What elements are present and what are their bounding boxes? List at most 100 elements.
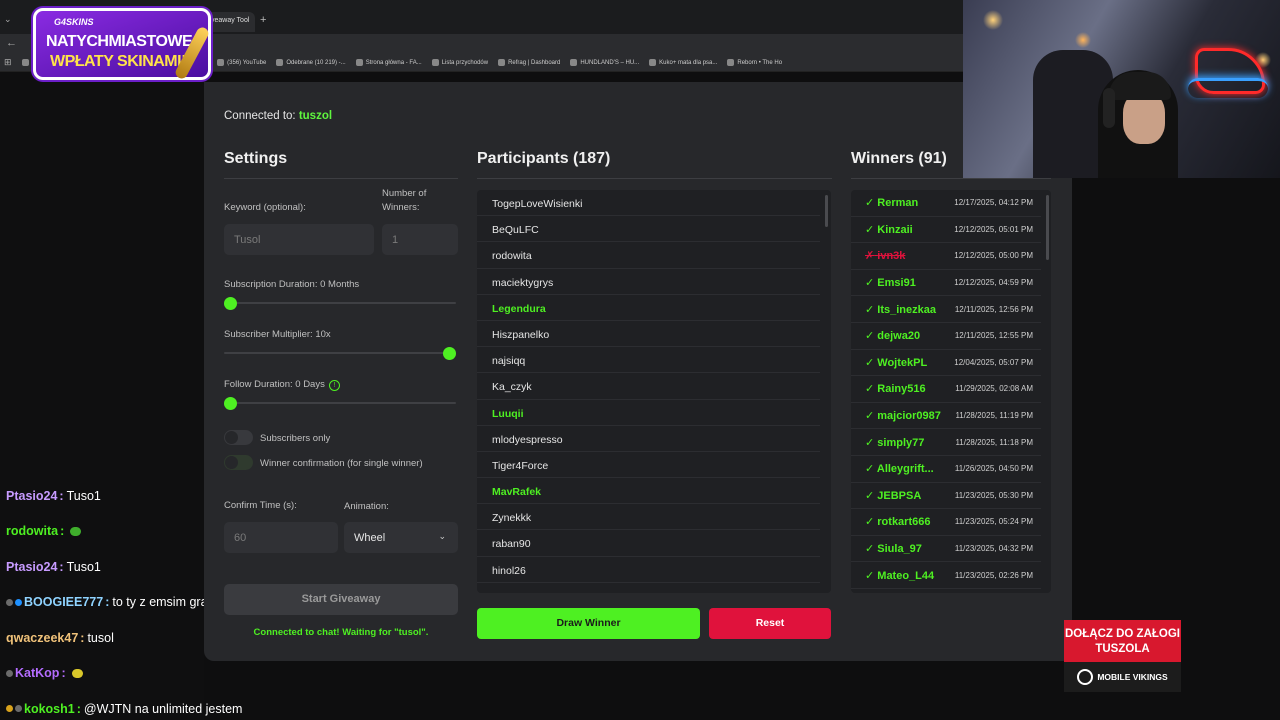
winner-row[interactable]: ✓ rotkart666 11/23/2025, 05:24 PM [851,509,1041,536]
chat-text: @WJTN na unlimited jestem [83,701,243,716]
winner-name: ✓ Its_inezkaa [865,303,936,316]
winner-row[interactable]: ✓ simply77 11/28/2025, 11:18 PM [851,429,1041,456]
chat-username: BOOGIEE777 [24,595,104,610]
chat-username: Ptasio24 [6,488,58,503]
participant-row[interactable]: rodowita [477,242,820,269]
bookmark-item[interactable]: Odebrane (10 219) -... [276,59,346,66]
participant-row[interactable]: najsiqq [477,347,820,374]
confirm-time-input[interactable]: 60 [224,522,338,553]
participant-row[interactable]: Luuqii [477,400,820,426]
participant-row[interactable]: Legendura [477,295,820,321]
participant-row[interactable]: TogepLoveWisienki [477,190,820,217]
animation-selected-value: Wheel [354,532,386,544]
subscription-duration-knob[interactable] [224,297,237,310]
winner-name-text: ivn3k [877,250,906,263]
winner-row[interactable]: ✓ Alleygrift... 11/26/2025, 04:50 PM [851,456,1041,483]
follow-duration-slider[interactable] [224,402,456,404]
winner-row[interactable]: ✓ Its_inezkaa 12/11/2025, 12:56 PM [851,296,1041,323]
start-giveaway-button[interactable]: Start Giveaway [224,584,458,615]
winner-row[interactable]: ✗ ivn3k 12/12/2025, 05:00 PM [851,243,1041,270]
check-icon: ✓ [865,516,875,529]
chat-status-message: Connected to chat! Waiting for "tusol". [253,627,429,638]
winners-count-label-2: Winners: [382,202,420,213]
follow-duration-label: Follow Duration: 0 Days [224,379,325,390]
winner-name-text: Alleygrift... [876,463,934,476]
winner-name-text: Mateo_L44 [877,569,935,582]
check-icon: ✓ [865,569,875,582]
bookmark-label: Odebrane (10 219) -... [286,59,346,66]
winners-count-input[interactable]: 1 [382,224,458,255]
headset-icon [1103,88,1115,128]
winner-row[interactable]: ✓ Siula_97 11/23/2025, 04:32 PM [851,536,1041,563]
participants-divider [477,178,832,179]
chat-badge-icon [6,705,13,713]
bookmark-favicon-icon [276,59,284,66]
winner-confirmation-toggle[interactable] [224,455,253,470]
follow-duration-knob[interactable] [224,397,237,410]
winner-row[interactable]: ✓ Kinzaii 12/12/2025, 05:01 PM [851,217,1041,244]
winner-date: 12/12/2025, 05:00 PM [954,251,1033,261]
participant-row[interactable]: BeQuLFC [477,216,820,243]
cross-icon: ✗ [865,250,875,263]
apps-grid-icon[interactable]: ⊞ [4,57,12,68]
bookmark-item[interactable]: Lista przychodów [431,59,489,66]
participant-row[interactable]: Zynekkk [477,504,820,531]
participant-row[interactable]: Tiger4Force [477,452,820,479]
participant-row[interactable]: Hiszpanelko [477,321,820,348]
winner-row[interactable]: ✓ Rerman 12/17/2025, 04:12 PM [851,190,1041,217]
multiplier-slider[interactable] [224,352,456,354]
streamer-cap [1109,72,1171,100]
winner-row[interactable]: ✓ Emsi91 12/12/2025, 04:59 PM [851,270,1041,297]
winner-row[interactable]: ✓ JEBPSA 11/23/2025, 05:30 PM [851,483,1041,510]
draw-winner-button[interactable]: Draw Winner [477,608,700,639]
bookmark-item[interactable]: Refrag | Dashboard [498,59,560,66]
participant-row[interactable]: maciektygrys [477,269,820,295]
chat-separator: : [61,666,66,681]
bookmark-label: (356) YouTube [227,59,267,66]
bookmark-item[interactable]: Strona główna - FA... [355,59,422,66]
winner-date: 12/04/2025, 05:07 PM [954,357,1033,367]
animation-select[interactable]: Wheel ⌄ [344,522,458,553]
participant-row[interactable]: mlodyespresso [477,426,820,452]
promo-line-2: WPŁATY SKINAMI! [50,53,186,70]
subscription-duration-label: Subscription Duration: 0 Months [224,279,360,290]
bookmark-favicon-icon [649,59,657,66]
winner-row[interactable]: ✓ Rainy516 11/29/2025, 02:08 AM [851,376,1041,403]
subscribers-only-toggle[interactable] [224,430,253,445]
winner-date: 11/28/2025, 11:19 PM [955,411,1033,421]
winner-name: ✓ Siula_97 [865,542,922,555]
subscription-duration-slider[interactable] [224,302,456,304]
bookmark-item[interactable]: Reborn • The Ho [727,59,782,66]
bookmark-item[interactable]: (356) YouTube [217,59,266,66]
bookmark-item[interactable]: Kuko+ mata dla psa... [649,59,717,66]
winner-name: ✓ Mateo_L44 [865,569,934,582]
winners-list[interactable]: ✓ Rerman 12/17/2025, 04:12 PM ✓ Kinzaii 12/… [851,190,1051,593]
participant-row[interactable]: MavRafek [477,478,820,505]
participant-row[interactable]: Ka_czyk [477,373,820,400]
chat-badge-icon [15,598,22,606]
bookmark-item[interactable]: HUNDLAND'S – HU... [570,59,639,66]
bookmark-label: Lista przychodów [441,59,489,66]
keyword-input[interactable]: Tusol [224,224,374,255]
info-icon[interactable]: ! [328,380,340,391]
winner-row[interactable]: ✓ WojtekPL 12/04/2025, 05:07 PM [851,350,1041,377]
participant-row[interactable]: raban90 [477,530,820,557]
winner-name-text: dejwa20 [877,330,921,343]
winners-scrollbar[interactable] [1046,195,1049,260]
winner-date: 12/12/2025, 04:59 PM [954,278,1033,288]
viking-logo-icon [1077,669,1094,685]
back-arrow-icon[interactable]: ← [6,37,17,49]
participant-row[interactable]: hinol26 [477,557,820,583]
tab-search-chevron-icon[interactable]: ⌄ [4,14,12,25]
winner-name: ✓ Kinzaii [865,223,913,236]
winner-row[interactable]: ✓ majcior0987 11/28/2025, 11:19 PM [851,403,1041,430]
winner-row[interactable]: ✓ Mateo_L44 11/23/2025, 02:26 PM [851,562,1041,589]
reset-button[interactable]: Reset [709,608,831,639]
new-tab-icon[interactable]: + [260,14,266,26]
subscribers-only-label: Subscribers only [260,433,331,444]
winner-row[interactable]: ✓ dejwa20 12/11/2025, 12:55 PM [851,323,1041,350]
chat-username: Ptasio24 [6,559,58,574]
multiplier-knob[interactable] [443,347,456,360]
participants-scrollbar[interactable] [825,195,828,227]
participants-list[interactable]: TogepLoveWisienki BeQuLFC rodowita maciekty… [477,190,831,593]
